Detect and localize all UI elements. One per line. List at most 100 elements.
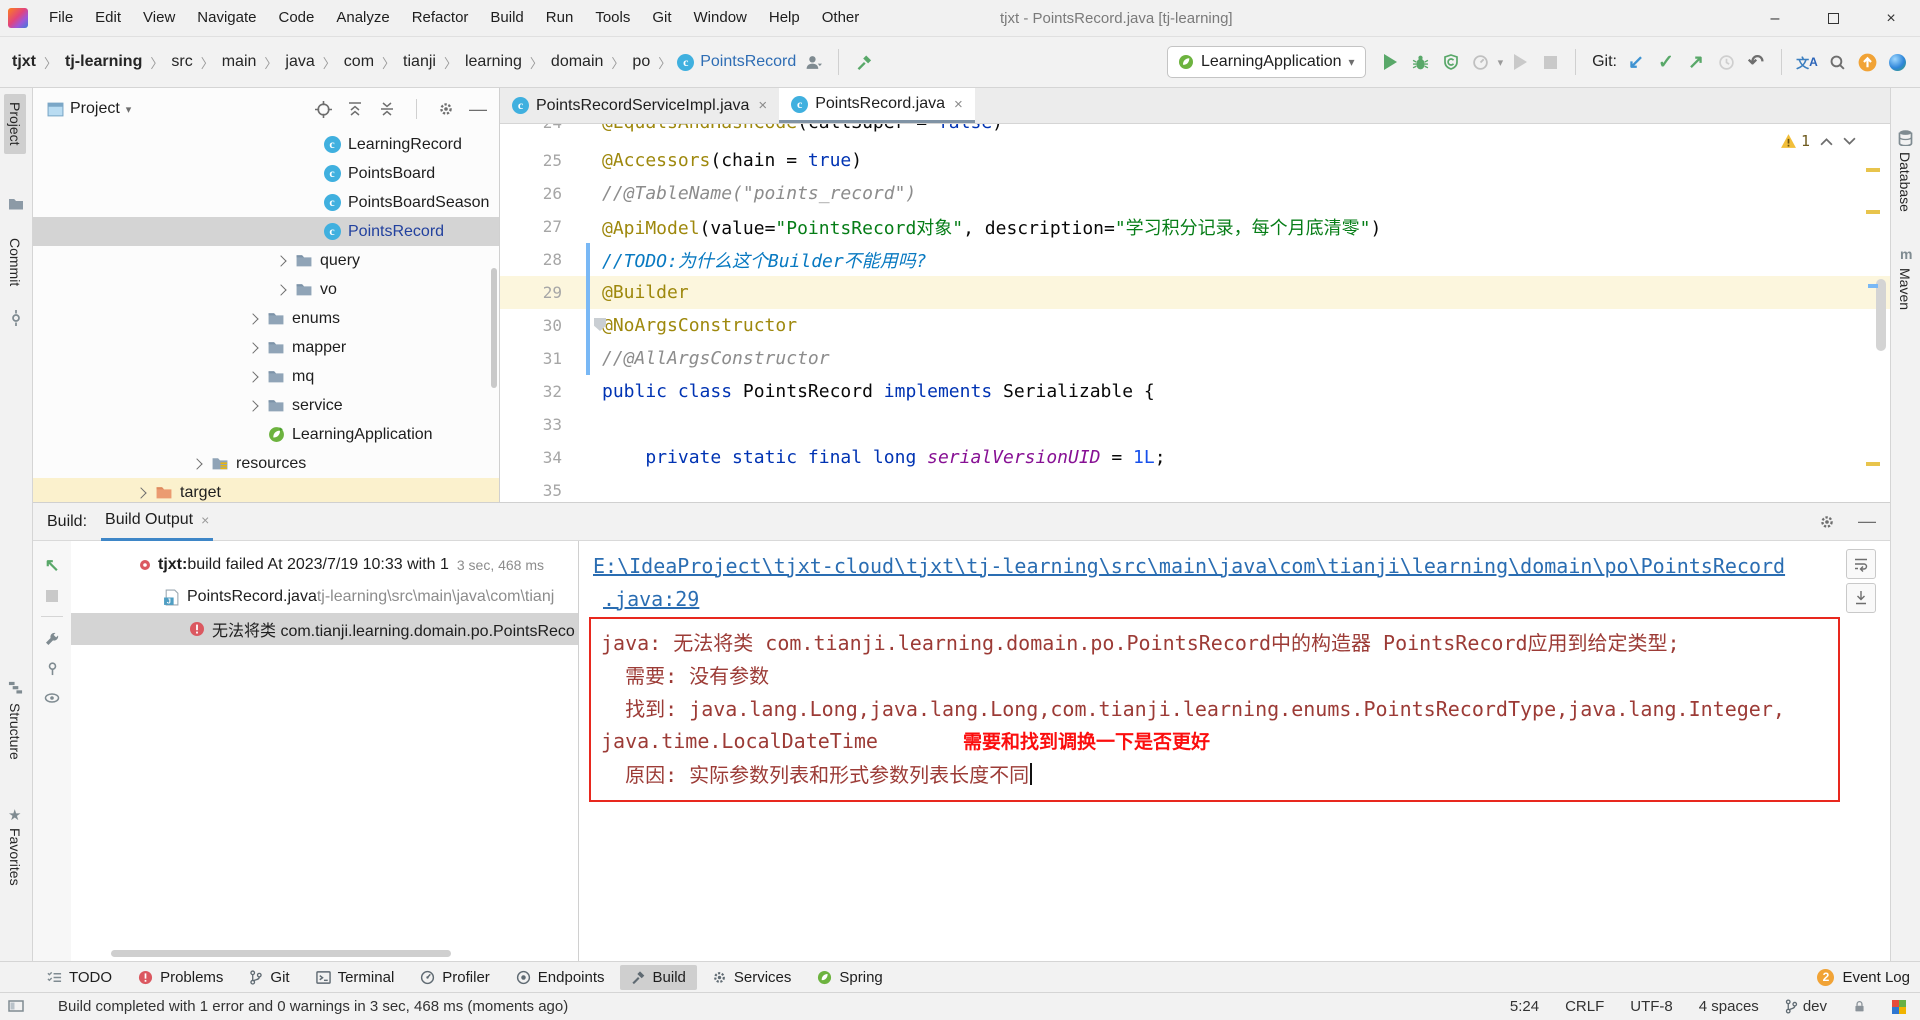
menu-refactor[interactable]: Refactor <box>401 9 480 26</box>
tab-PointsRecord.java[interactable]: cPointsRecord.java× <box>779 88 975 123</box>
wrench-icon[interactable] <box>44 631 60 647</box>
menu-tools[interactable]: Tools <box>584 9 641 26</box>
undo-icon[interactable]: ↶ <box>1741 47 1771 77</box>
code-line-26[interactable]: 26//@TableName("points_record") <box>500 177 1890 210</box>
code-line-35[interactable]: 35 <box>500 474 1890 502</box>
toolwindow-switcher-icon[interactable] <box>8 1000 24 1014</box>
tree-item-query[interactable]: query <box>33 246 499 275</box>
menu-window[interactable]: Window <box>683 9 758 26</box>
hide-panel-icon[interactable]: — <box>465 96 491 122</box>
git-push-icon[interactable]: ↗ <box>1681 47 1711 77</box>
event-log-button[interactable]: 2Event Log <box>1817 969 1910 986</box>
menu-analyze[interactable]: Analyze <box>325 9 400 26</box>
code-line-34[interactable]: 34 private static final long serialVersi… <box>500 441 1890 474</box>
build-tree-row-1[interactable]: tjxt: build failed At 2023/7/19 10:33 wi… <box>71 549 578 581</box>
build-tree-row-3[interactable]: 无法将类 com.tianji.learning.domain.po.Point… <box>71 613 578 645</box>
breadcrumb-src[interactable]: src <box>169 53 194 71</box>
git-update-icon[interactable]: ↙ <box>1621 47 1651 77</box>
toolwindow-button-git[interactable]: Git <box>238 965 300 990</box>
caret-position[interactable]: 5:24 <box>1510 998 1539 1015</box>
menu-run[interactable]: Run <box>535 9 585 26</box>
run-button[interactable] <box>1376 47 1406 77</box>
indent-setting[interactable]: 4 spaces <box>1699 998 1759 1015</box>
breadcrumb-com[interactable]: com <box>342 53 376 71</box>
tree-item-resources[interactable]: resources <box>33 449 499 478</box>
breadcrumb-po[interactable]: po <box>630 53 652 71</box>
lock-icon[interactable] <box>1853 999 1866 1014</box>
user-profile-icon[interactable] <box>798 47 828 77</box>
tree-item-service[interactable]: service <box>33 391 499 420</box>
build-console[interactable]: E:\IdeaProject\tjxt-cloud\tjxt\tj-learni… <box>579 541 1890 961</box>
commit-icon[interactable] <box>8 310 24 326</box>
database-icon[interactable] <box>1898 130 1913 146</box>
tree-expand-icon[interactable] <box>241 402 265 410</box>
plugin-sphere-icon[interactable] <box>1882 47 1912 77</box>
toolwindow-button-endpoints[interactable]: Endpoints <box>505 965 616 990</box>
line-ending[interactable]: CRLF <box>1565 998 1604 1015</box>
tree-expand-icon[interactable] <box>269 257 293 265</box>
theme-grid-icon[interactable] <box>1892 1000 1906 1014</box>
breadcrumb-class[interactable]: PointsRecord <box>698 53 798 71</box>
code-line-30[interactable]: 30@NoArgsConstructor <box>500 309 1890 342</box>
breadcrumb-java[interactable]: java <box>283 53 316 71</box>
code-line-28[interactable]: 28//TODO:为什么这个Builder不能用吗? <box>500 243 1890 276</box>
tree-expand-icon[interactable] <box>241 315 265 323</box>
tab-PointsRecordServiceImpl.java[interactable]: cPointsRecordServiceImpl.java× <box>500 88 779 123</box>
chevron-down-icon[interactable]: ▾ <box>1498 56 1504 69</box>
folder-icon[interactable] <box>8 196 24 212</box>
expand-all-icon[interactable] <box>342 96 368 122</box>
tree-expand-icon[interactable] <box>241 373 265 381</box>
tab-build-output[interactable]: Build Output × <box>101 503 213 541</box>
git-commit-icon[interactable]: ✓ <box>1651 47 1681 77</box>
locate-file-icon[interactable] <box>310 96 336 122</box>
soft-wrap-icon[interactable] <box>1846 549 1876 579</box>
close-button[interactable]: × <box>1862 0 1920 37</box>
sidebar-item-database[interactable]: Database <box>1897 152 1913 212</box>
chevron-down-icon[interactable]: ▾ <box>126 103 132 116</box>
structure-icon[interactable] <box>8 680 23 695</box>
tree-item-mapper[interactable]: mapper <box>33 333 499 362</box>
eye-icon[interactable] <box>44 690 60 706</box>
collapse-all-icon[interactable] <box>374 96 400 122</box>
sidebar-item-favorites[interactable]: Favorites <box>7 828 23 886</box>
menu-edit[interactable]: Edit <box>84 9 132 26</box>
build-tree-scrollbar[interactable] <box>111 950 451 957</box>
error-line-link[interactable]: .java:29 <box>593 582 1890 615</box>
maven-icon[interactable]: m <box>1900 246 1912 262</box>
search-everywhere-icon[interactable] <box>1822 47 1852 77</box>
restore-button[interactable] <box>1804 0 1862 37</box>
hide-build-panel-icon[interactable]: — <box>1854 509 1880 535</box>
file-encoding[interactable]: UTF-8 <box>1630 998 1673 1015</box>
code-editor[interactable]: 24@EqualsAndHashCode(callSuper = false)2… <box>500 124 1890 502</box>
minimize-button[interactable]: – <box>1746 0 1804 37</box>
menu-help[interactable]: Help <box>758 9 811 26</box>
coverage-button[interactable] <box>1436 47 1466 77</box>
code-line-29[interactable]: 29@Builder <box>500 276 1890 309</box>
toolwindow-button-terminal[interactable]: Terminal <box>305 965 406 990</box>
breadcrumb-tj-learning[interactable]: tj-learning <box>63 53 144 71</box>
sidebar-item-commit[interactable]: Commit <box>7 238 23 286</box>
pin-icon[interactable] <box>45 661 60 676</box>
tree-expand-icon[interactable] <box>269 286 293 294</box>
sidebar-item-structure[interactable]: Structure <box>7 703 23 760</box>
build-project-icon[interactable] <box>849 47 879 77</box>
project-view-title[interactable]: Project <box>70 100 120 118</box>
editor-scrollbar[interactable] <box>1876 279 1886 351</box>
menu-git[interactable]: Git <box>641 9 682 26</box>
git-branch[interactable]: dev <box>1785 998 1827 1015</box>
close-icon[interactable]: × <box>201 512 209 528</box>
code-line-24[interactable]: 24@EqualsAndHashCode(callSuper = false) <box>500 124 1890 144</box>
code-line-31[interactable]: 31//@AllArgsConstructor <box>500 342 1890 375</box>
toolwindow-button-todo[interactable]: TODO <box>36 965 123 990</box>
run-configuration-select[interactable]: LearningApplication ▾ <box>1167 46 1366 78</box>
sidebar-item-project[interactable]: Project <box>4 94 26 154</box>
tree-item-LearningApplication[interactable]: LearningApplication <box>33 420 499 449</box>
breadcrumb-learning[interactable]: learning <box>463 53 524 71</box>
profiler-button[interactable] <box>1466 47 1496 77</box>
sidebar-item-maven[interactable]: Maven <box>1897 268 1913 310</box>
toolwindow-button-spring[interactable]: Spring <box>806 965 893 990</box>
tree-item-PointsRecord[interactable]: cPointsRecord <box>33 217 499 246</box>
build-tree-row-2[interactable]: JPointsRecord.java tj-learning\src\main\… <box>71 581 578 613</box>
code-line-27[interactable]: 27@ApiModel(value="PointsRecord对象", desc… <box>500 210 1890 243</box>
code-line-25[interactable]: 25@Accessors(chain = true) <box>500 144 1890 177</box>
